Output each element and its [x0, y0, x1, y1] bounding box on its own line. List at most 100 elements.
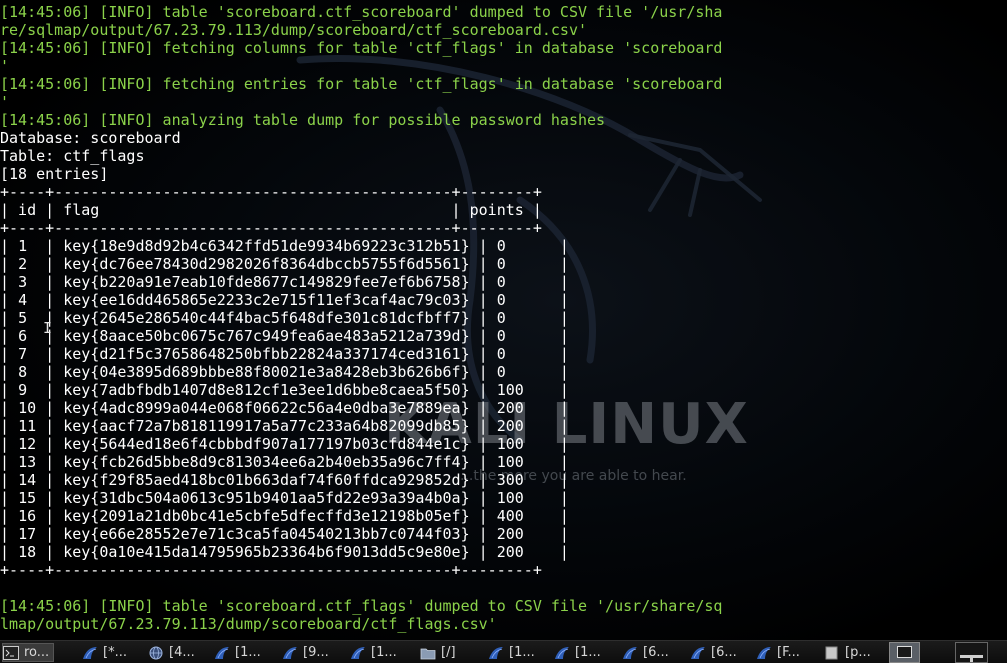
- cell-flag: key{0a10e415da14795965b23364b6f9013dd5c9…: [63, 543, 470, 561]
- table-border: +----+----------------------------------…: [0, 219, 542, 237]
- taskbar-task-label: [4...: [169, 645, 195, 660]
- cell-separator: |: [36, 507, 64, 525]
- cell-separator: |: [550, 471, 569, 489]
- cell-separator: |: [0, 255, 19, 273]
- log-line: [14:45:06] [INFO] table 'scoreboard.ctf_…: [0, 597, 723, 615]
- cell-points: 100: [496, 489, 551, 507]
- taskbar-task-label: [*...: [103, 645, 127, 660]
- table-row: | 2 | key{dc76ee78430d2982026f8364dbccb5…: [0, 255, 1007, 273]
- cell-separator: |: [550, 489, 569, 507]
- kali-dragon-icon: [757, 646, 771, 659]
- cell-id: 3: [18, 273, 37, 291]
- cell-separator: |: [550, 309, 569, 327]
- cell-separator: |: [469, 507, 497, 525]
- cell-separator: |: [469, 309, 497, 327]
- table-row: | 8 | key{04e3895d689bbbe88f80021e3a8428…: [0, 363, 1007, 381]
- table-row: | 3 | key{b220a91e7eab10fde8677c149829fe…: [0, 273, 1007, 291]
- table-row: | 15 | key{31dbc504a0613c951b9401aa5fd22…: [0, 489, 1007, 507]
- cell-separator: |: [550, 255, 569, 273]
- tray-terminal-icon[interactable]: [889, 642, 920, 663]
- log-line: Table: ctf_flags: [0, 147, 145, 165]
- cell-points: 0: [496, 309, 551, 327]
- cell-separator: |: [0, 237, 19, 255]
- taskbar-task[interactable]: [/]: [420, 643, 456, 662]
- cell-separator: |: [550, 363, 569, 381]
- taskbar-task[interactable]: [1...: [554, 643, 601, 662]
- taskbar-task[interactable]: [p...: [824, 643, 871, 662]
- taskbar-task[interactable]: [*...: [82, 643, 127, 662]
- cell-flag: key{4adc8999a044e068f06622c56a4e0dba3e78…: [63, 399, 470, 417]
- table-row: | 10 | key{4adc8999a044e068f06622c56a4e0…: [0, 399, 1007, 417]
- terminal-screen-icon: [897, 646, 912, 658]
- cell-flag: key{e66e28552e7e71c3ca5fa04540213bb7c074…: [63, 525, 470, 543]
- table-row: | 13 | key{fcb26d5bbe8d9c813034ee6a2b40e…: [0, 453, 1007, 471]
- taskbar-task-label: ro...: [24, 645, 50, 660]
- desktop: KALI LINUX ...the more you are able to h…: [0, 0, 1007, 663]
- taskbar-task-label: [1...: [371, 645, 397, 660]
- cell-separator: |: [0, 525, 19, 543]
- taskbar-task[interactable]: [4...: [148, 643, 195, 662]
- cell-separator: |: [469, 453, 497, 471]
- cell-id: 1: [18, 237, 37, 255]
- cell-points: 0: [496, 255, 551, 273]
- taskbar-task-label: [1...: [575, 645, 601, 660]
- taskbar-task-label: [6...: [643, 645, 669, 660]
- log-line: re/sqlmap/output/67.23.79.113/dump/score…: [0, 21, 587, 39]
- kali-dragon-icon: [283, 646, 297, 659]
- log-line: [14:45:06] [INFO] table 'scoreboard.ctf_…: [0, 3, 723, 21]
- kali-dragon-icon: [351, 646, 365, 659]
- cell-separator: |: [469, 327, 497, 345]
- taskbar-task-label: [p...: [845, 645, 871, 660]
- cell-separator: |: [36, 273, 64, 291]
- cell-flag: key{2645e286540c44f4bac5f648dfe301c81dcf…: [63, 309, 470, 327]
- cell-id: 15: [18, 489, 37, 507]
- cell-flag: key{8aace50bc0675c767c949fea6ae483a5212a…: [63, 327, 470, 345]
- cell-separator: |: [550, 453, 569, 471]
- taskbar-task[interactable]: [6...: [690, 643, 737, 662]
- cell-points: 0: [496, 327, 551, 345]
- cell-flag: key{31dbc504a0613c951b9401aa5fd22e93a39a…: [63, 489, 470, 507]
- table-row: | 16 | key{2091a21db0bc41e5cbfe5dfecffd3…: [0, 507, 1007, 525]
- cell-separator: |: [469, 525, 497, 543]
- cell-separator: |: [469, 237, 497, 255]
- cell-separator: |: [469, 291, 497, 309]
- cell-separator: |: [0, 543, 19, 561]
- cell-id: 14: [18, 471, 37, 489]
- cell-id: 12: [18, 435, 37, 453]
- cell-points: 0: [496, 291, 551, 309]
- cell-id: 17: [18, 525, 37, 543]
- table-row: | 4 | key{ee16dd465865e2233c2e715f11ef3c…: [0, 291, 1007, 309]
- taskbar-task[interactable]: [1...: [214, 643, 261, 662]
- cell-separator: |: [0, 291, 19, 309]
- log-line: Database: scoreboard: [0, 129, 181, 147]
- taskbar-task[interactable]: [1...: [488, 643, 535, 662]
- taskbar-task[interactable]: [F...: [756, 643, 800, 662]
- taskbar-task[interactable]: [1...: [350, 643, 397, 662]
- cell-flag: key{18e9d8d92b4c6342ffd51de9934b69223c31…: [63, 237, 470, 255]
- cell-points: 200: [496, 543, 551, 561]
- cell-separator: |: [0, 417, 19, 435]
- log-line: [14:45:06] [INFO] fetching entries for t…: [0, 75, 723, 93]
- table-row: | 18 | key{0a10e415da14795965b23364b6f90…: [0, 543, 1007, 561]
- log-line: [14:45:06] [INFO] analyzing table dump f…: [0, 111, 606, 129]
- terminal-output[interactable]: [14:45:06] [INFO] table 'scoreboard.ctf_…: [0, 3, 1007, 639]
- cell-flag: key{ee16dd465865e2233c2e715f11ef3caf4ac7…: [63, 291, 470, 309]
- table-border: +----+----------------------------------…: [0, 183, 542, 201]
- table-row: | 17 | key{e66e28552e7e71c3ca5fa04540213…: [0, 525, 1007, 543]
- taskbar-task[interactable]: [6...: [622, 643, 669, 662]
- taskbar-task-label: [F...: [777, 645, 800, 660]
- cell-points: 100: [496, 381, 551, 399]
- table-row: | 12 | key{5644ed18e6f4cbbbdf907a177197b…: [0, 435, 1007, 453]
- cell-separator: |: [0, 399, 19, 417]
- table-row: | 11 | key{aacf72a7b818119917a5a77c233a6…: [0, 417, 1007, 435]
- cell-separator: |: [550, 417, 569, 435]
- taskbar-task-label: [9...: [303, 645, 329, 660]
- cell-separator: |: [36, 471, 64, 489]
- show-desktop-icon[interactable]: [955, 642, 988, 663]
- taskbar-task[interactable]: ro...: [2, 643, 55, 662]
- kali-dragon-icon: [215, 646, 229, 659]
- cell-separator: |: [550, 345, 569, 363]
- table-row: | 6 | key{8aace50bc0675c767c949fea6ae483…: [0, 327, 1007, 345]
- taskbar-task[interactable]: [9...: [282, 643, 329, 662]
- cell-separator: |: [36, 381, 64, 399]
